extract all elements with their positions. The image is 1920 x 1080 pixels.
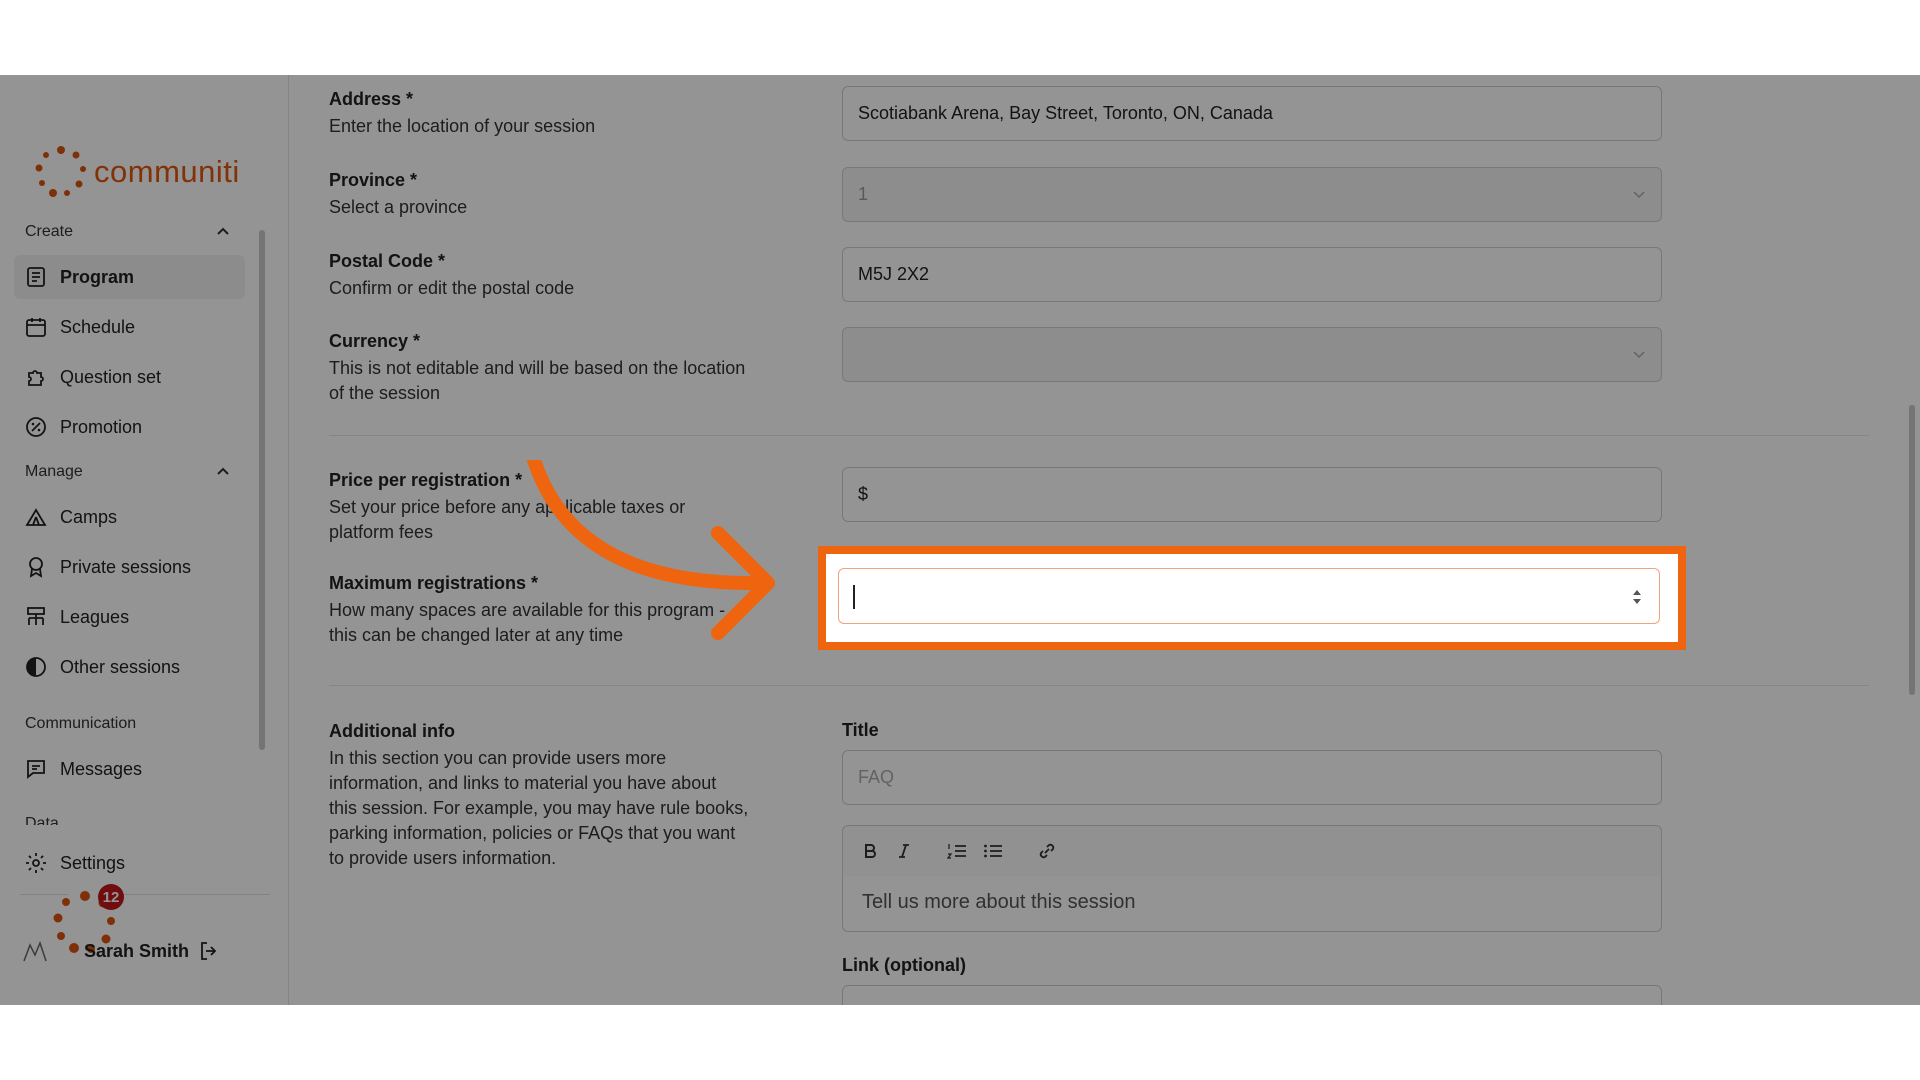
- gear-icon: [26, 853, 46, 873]
- currency-label: Currency *: [329, 331, 421, 351]
- sidebar-item-label: Messages: [60, 758, 143, 779]
- bullet-list-icon: [984, 844, 1002, 858]
- sidebar-item-label: Camps: [60, 506, 118, 527]
- address-input[interactable]: Scotiabank Arena, Bay Street, Toronto, O…: [842, 86, 1662, 141]
- sidebar: communiti Create Program Schedule Questi…: [0, 75, 289, 1005]
- app-window: communiti Create Program Schedule Questi…: [0, 75, 1920, 1005]
- text-caret: [853, 585, 855, 609]
- address-desc: Enter the location of your session: [329, 116, 596, 136]
- percent-icon: [26, 417, 46, 437]
- section-communication-label: Communication: [25, 715, 137, 732]
- sidebar-item-leagues[interactable]: Leagues: [14, 595, 245, 639]
- section-divider: [329, 685, 1869, 686]
- program-icon: [27, 267, 45, 287]
- ribbon-icon: [29, 557, 43, 578]
- province-select[interactable]: 1: [842, 167, 1662, 222]
- user-name: Sarah Smith: [84, 941, 190, 961]
- province-label: Province *: [329, 170, 418, 190]
- half-circle-icon: [26, 657, 46, 677]
- sidebar-item-question-set[interactable]: Question set: [14, 355, 245, 399]
- currency-prefix: $: [858, 484, 869, 504]
- italic-icon: [899, 844, 909, 858]
- title-placeholder: FAQ: [858, 767, 895, 787]
- additional-info-label: Additional info: [329, 721, 455, 741]
- chevron-down-icon: [1633, 351, 1645, 359]
- league-icon: [27, 607, 45, 625]
- camp-icon: [25, 508, 47, 526]
- main-scrollbar[interactable]: [1909, 405, 1915, 695]
- section-divider: [329, 435, 1869, 436]
- sidebar-item-camps[interactable]: Camps: [14, 495, 245, 539]
- link-label: Link (optional): [842, 955, 966, 975]
- sidebar-item-label: Promotion: [60, 416, 143, 437]
- editor-toolbar: [842, 825, 1662, 877]
- sidebar-item-other-sessions[interactable]: Other sessions: [14, 645, 245, 689]
- sidebar-item-label: Private sessions: [60, 556, 192, 577]
- communiti-logo-icon: [35, 146, 86, 197]
- puzzle-icon: [28, 370, 44, 386]
- sidebar-item-label: Schedule: [60, 316, 136, 337]
- bullet-list-button[interactable]: [983, 842, 1003, 860]
- number-spinner-icon[interactable]: [1631, 586, 1643, 608]
- user-icon: [23, 940, 47, 962]
- price-label: Price per registration *: [329, 470, 523, 490]
- sidebar-item-private-sessions[interactable]: Private sessions: [14, 545, 245, 589]
- province-desc: Select a province: [329, 197, 468, 217]
- currency-desc: This is not editable and will be based o…: [329, 358, 746, 403]
- section-manage[interactable]: Manage: [25, 463, 230, 481]
- chevron-down-icon: [1633, 191, 1645, 199]
- address-label: Address *: [329, 89, 414, 109]
- postal-code-input[interactable]: M5J 2X2: [842, 247, 1662, 302]
- postal-label: Postal Code *: [329, 251, 446, 271]
- title-label: Title: [842, 720, 879, 740]
- schedule-icon: [26, 318, 46, 337]
- logo-text: communiti: [94, 154, 240, 189]
- price-input[interactable]: $: [842, 467, 1662, 522]
- arrow-annotation-icon: [527, 460, 775, 640]
- currency-select[interactable]: [842, 327, 1662, 382]
- additional-info-desc: In this section you can provide users mo…: [329, 748, 749, 868]
- section-data-label: Data: [25, 815, 59, 825]
- sidebar-item-label: Settings: [60, 852, 126, 873]
- editor-placeholder: Tell us more about this session: [862, 891, 1136, 913]
- province-value: 1: [858, 184, 869, 204]
- message-icon: [27, 760, 45, 779]
- sidebar-scrollbar[interactable]: [259, 230, 265, 750]
- link-icon: [1039, 843, 1055, 859]
- sidebar-item-label: Other sessions: [60, 656, 181, 677]
- bold-icon: [865, 844, 876, 858]
- chevron-up-icon[interactable]: [216, 465, 230, 479]
- sidebar-item-schedule[interactable]: Schedule: [14, 305, 245, 349]
- chevron-up-icon[interactable]: [216, 225, 230, 239]
- section-data: Data: [25, 815, 230, 825]
- section-communication: Communication: [25, 715, 230, 733]
- italic-button[interactable]: [895, 842, 913, 860]
- link-input[interactable]: [842, 985, 1662, 1005]
- highlight-box: [818, 546, 1686, 650]
- ordered-list-button[interactable]: [947, 842, 967, 860]
- title-input[interactable]: FAQ: [842, 750, 1662, 805]
- address-value: Scotiabank Arena, Bay Street, Toronto, O…: [858, 103, 1273, 123]
- app-logo[interactable]: communiti: [34, 145, 240, 199]
- max-registrations-input[interactable]: [838, 568, 1660, 624]
- sidebar-item-label: Question set: [60, 366, 162, 387]
- max-registrations-label: Maximum registrations *: [329, 573, 539, 593]
- sidebar-item-promotion[interactable]: Promotion: [14, 405, 245, 449]
- logout-icon[interactable]: [197, 939, 221, 963]
- section-manage-label: Manage: [25, 463, 83, 480]
- bold-button[interactable]: [861, 842, 879, 860]
- link-button[interactable]: [1037, 841, 1057, 861]
- sidebar-item-messages[interactable]: Messages: [14, 747, 245, 791]
- sidebar-item-settings[interactable]: Settings: [14, 841, 245, 885]
- notification-badge: 12: [98, 884, 124, 910]
- ordered-list-icon: [947, 844, 966, 859]
- sidebar-item-label: Leagues: [60, 606, 130, 627]
- section-create-label: Create: [25, 223, 74, 240]
- postal-value: M5J 2X2: [858, 264, 930, 284]
- description-editor[interactable]: Tell us more about this session: [842, 876, 1662, 932]
- section-create[interactable]: Create: [25, 223, 230, 241]
- postal-desc: Confirm or edit the postal code: [329, 278, 575, 298]
- sidebar-item-program[interactable]: Program: [14, 255, 245, 299]
- sidebar-item-label: Program: [60, 266, 135, 287]
